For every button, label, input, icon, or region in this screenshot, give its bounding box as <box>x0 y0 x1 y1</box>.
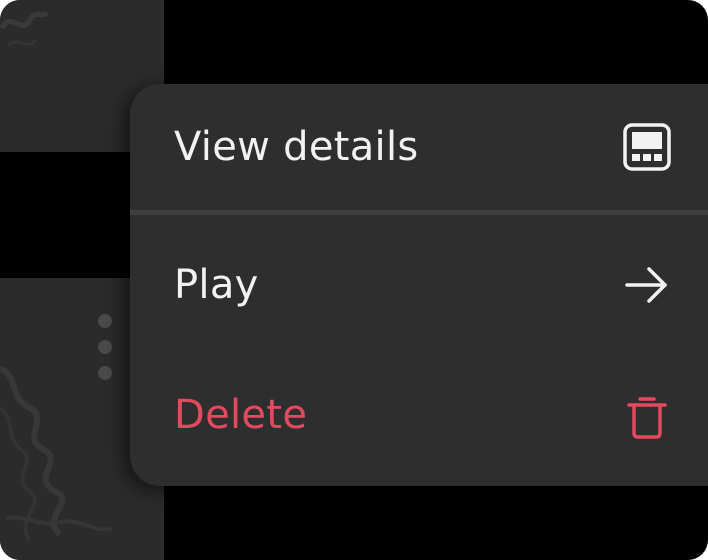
screen-frame: View details Play Delete <box>0 0 708 560</box>
menu-item-delete[interactable]: Delete <box>130 350 708 486</box>
details-panel-icon <box>623 123 671 171</box>
menu-divider <box>130 210 708 215</box>
menu-item-play[interactable]: Play <box>130 218 708 350</box>
menu-item-view-details[interactable]: View details <box>130 84 708 210</box>
more-options-icon[interactable] <box>97 314 113 382</box>
menu-item-label: Delete <box>174 392 308 438</box>
menu-item-label: Play <box>174 262 259 308</box>
trash-icon <box>627 397 667 439</box>
menu-item-label: View details <box>174 124 419 170</box>
arrow-right-icon <box>625 267 667 303</box>
context-menu: View details Play Delete <box>130 84 708 486</box>
